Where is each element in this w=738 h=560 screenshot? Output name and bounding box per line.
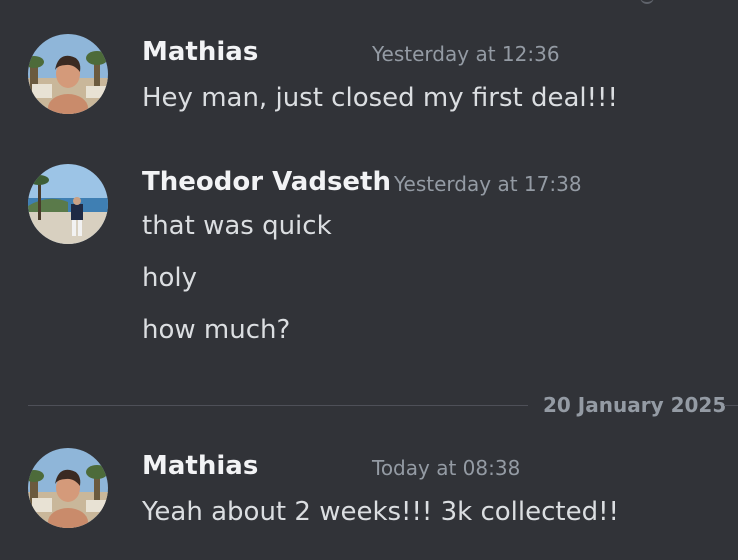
date-divider-line-right (724, 405, 738, 406)
message-timestamp[interactable]: Today at 08:38 (372, 453, 520, 483)
message-text: holy (142, 263, 197, 293)
message-timestamp[interactable]: Yesterday at 17:38 (394, 169, 582, 199)
message-author[interactable]: Theodor Vadseth (142, 164, 391, 200)
message-text: how much? (142, 315, 291, 345)
avatar-theodor[interactable] (28, 164, 108, 244)
avatar-image (28, 34, 108, 114)
message-text: Yeah about 2 weeks!!! 3k collected!! (142, 497, 619, 527)
chat-message-list: Mathias Yesterday at 12:36 Hey man, just… (0, 0, 738, 560)
date-divider-label: 20 January 2025 (543, 393, 727, 417)
message-text: that was quick (142, 211, 332, 241)
message-author[interactable]: Mathias (142, 448, 258, 484)
avatar-image (28, 448, 108, 528)
avatar-mathias[interactable] (28, 34, 108, 114)
date-divider-line (28, 405, 528, 406)
clipped-content-edge (640, 0, 654, 4)
message-text: Hey man, just closed my first deal!!! (142, 83, 618, 113)
avatar-image (28, 164, 108, 244)
message-timestamp[interactable]: Yesterday at 12:36 (372, 39, 560, 69)
avatar-mathias[interactable] (28, 448, 108, 528)
message-author[interactable]: Mathias (142, 34, 258, 70)
